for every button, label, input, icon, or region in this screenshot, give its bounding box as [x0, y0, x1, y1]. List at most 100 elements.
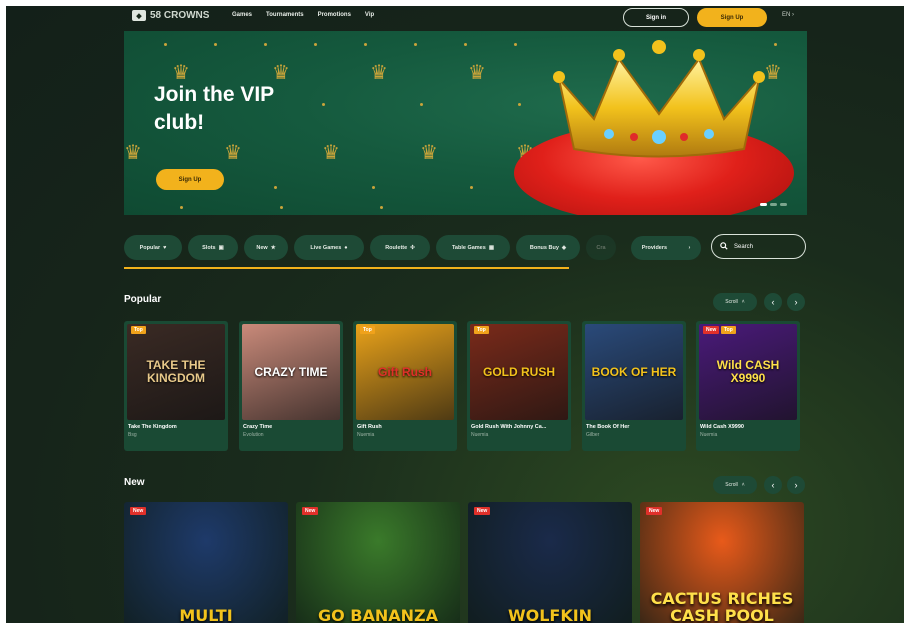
tab-crash-label: Cra	[596, 244, 606, 251]
game-thumbnail[interactable]: Gift Rush	[356, 324, 454, 420]
pattern-dot	[380, 206, 383, 209]
page: ◆ 58 CROWNS Games Tournaments Promotions…	[6, 6, 904, 623]
carousel-indicator[interactable]	[760, 203, 787, 206]
game-card[interactable]: Wild CASH X9990 New Top Wild Cash X9990 …	[696, 321, 800, 451]
new-badge: New	[130, 507, 147, 515]
game-provider: Nuemia	[471, 432, 489, 438]
game-thumbnail[interactable]: CRAZY TIME	[242, 324, 340, 420]
game-thumbnail[interactable]: BOOK OF HER	[585, 324, 683, 420]
search-input[interactable]: Search	[711, 234, 806, 259]
pattern-dot	[214, 43, 217, 46]
game-card[interactable]: GOLD RUSH Top Gold Rush With Johnny Ca..…	[467, 321, 571, 451]
game-provider: Nuemia	[357, 432, 375, 438]
popular-scroll-button[interactable]: Scroll ˄	[713, 293, 757, 311]
tab-table-games[interactable]: Table Games ▦	[436, 235, 510, 260]
star-icon: ★	[270, 244, 276, 251]
carousel-dot[interactable]	[770, 203, 777, 206]
crown-pattern-icon: ♛	[370, 62, 388, 84]
game-art-title: Wild CASH X9990	[716, 358, 780, 385]
nav-vip[interactable]: Vip	[365, 12, 374, 18]
tab-table-games-label: Table Games	[451, 244, 486, 251]
game-art-title: GOLD RUSH	[483, 364, 555, 379]
tab-new[interactable]: New ★	[244, 235, 288, 260]
chevron-up-icon: ˄	[741, 482, 745, 488]
new-game-card[interactable]: New GO BANANZA	[296, 502, 460, 623]
new-scroll-button[interactable]: Scroll ˄	[713, 476, 757, 494]
vip-banner[interactable]: ♛ ♛ ♛ ♛ ♛ ♛ ♛ ♛ ♛ ♛	[124, 31, 807, 215]
chevron-down-icon: ›	[688, 245, 691, 251]
sign-up-button[interactable]: Sign Up	[697, 8, 767, 27]
providers-dropdown[interactable]: Providers ›	[631, 236, 701, 260]
game-card[interactable]: CRAZY TIME Crazy Time Evolution	[239, 321, 343, 451]
tab-slots-label: Slots	[202, 244, 216, 251]
language-selector[interactable]: EN ›	[782, 12, 794, 18]
tab-popular[interactable]: Popular ♥	[124, 235, 182, 260]
banner-title: Join the VIP club!	[154, 83, 274, 134]
game-thumbnail[interactable]: GOLD RUSH	[470, 324, 568, 420]
new-game-card[interactable]: New MULTI	[124, 502, 288, 623]
game-name: Gift Rush	[357, 424, 382, 430]
new-game-card[interactable]: New CACTUS RICHES CASH POOL	[640, 502, 804, 623]
new-game-art-title: WOLFKIN	[507, 606, 593, 623]
tab-popular-label: Popular	[139, 244, 161, 251]
new-game-art-title: CACTUS RICHES CASH POOL	[650, 589, 794, 623]
chevron-left-icon: ‹	[771, 297, 775, 307]
game-name: Crazy Time	[243, 424, 273, 430]
popular-prev-button[interactable]: ‹	[764, 293, 782, 311]
tab-roulette[interactable]: Roulette ✣	[370, 235, 430, 260]
main-nav: Games Tournaments Promotions Vip	[232, 12, 374, 18]
search-placeholder: Search	[734, 243, 754, 250]
new-game-card[interactable]: New WOLFKIN	[468, 502, 632, 623]
game-provider: Nuemia	[700, 432, 718, 438]
game-art-title: CRAZY TIME	[254, 364, 328, 379]
pattern-dot	[420, 103, 423, 106]
crown-pattern-icon: ♛	[124, 142, 142, 164]
category-scroll-indicator	[124, 267, 569, 269]
logo-badge-icon: ◆	[132, 10, 146, 21]
crown-pattern-icon: ♛	[420, 142, 438, 164]
bonus-icon: ◈	[561, 244, 567, 251]
banner-sign-up-button[interactable]: Sign Up	[156, 169, 224, 190]
new-badge: New	[474, 507, 491, 515]
game-thumbnail[interactable]: Wild CASH X9990	[699, 324, 797, 420]
chevron-right-icon: ›	[794, 297, 798, 307]
tab-live-games[interactable]: Live Games ●	[294, 235, 364, 260]
top-badge: Top	[474, 326, 489, 334]
game-card[interactable]: BOOK OF HER The Book Of Her Gilber	[582, 321, 686, 451]
new-badge: New	[302, 507, 319, 515]
tab-bonus-buy-label: Bonus Buy	[529, 244, 559, 251]
top-badge: Top	[721, 326, 736, 334]
pattern-dot	[322, 103, 325, 106]
pattern-dot	[280, 206, 283, 209]
tab-crash[interactable]: Cra	[586, 235, 616, 260]
heart-icon: ♥	[163, 244, 167, 251]
sign-in-button[interactable]: Sign in	[623, 8, 689, 27]
pattern-dot	[314, 43, 317, 46]
pattern-dot	[414, 43, 417, 46]
pattern-dot	[180, 206, 183, 209]
pattern-dot	[464, 43, 467, 46]
tab-live-games-label: Live Games	[310, 244, 342, 251]
game-card[interactable]: Gift Rush Top Gift Rush Nuemia	[353, 321, 457, 451]
tab-slots[interactable]: Slots ▣	[188, 235, 238, 260]
game-art-title: Gift Rush	[378, 364, 432, 379]
nav-promotions[interactable]: Promotions	[318, 12, 351, 18]
slot-icon: ▣	[218, 244, 224, 251]
pattern-dot	[470, 186, 473, 189]
golden-crown-image	[553, 40, 765, 158]
game-card[interactable]: TAKE THE KINGDOM Top Take The Kingdom Bs…	[124, 321, 228, 451]
new-prev-button[interactable]: ‹	[764, 476, 782, 494]
carousel-dot[interactable]	[780, 203, 787, 206]
game-thumbnail[interactable]: TAKE THE KINGDOM	[127, 324, 225, 420]
carousel-dot[interactable]	[760, 203, 767, 206]
pattern-dot	[274, 186, 277, 189]
popular-next-button[interactable]: ›	[787, 293, 805, 311]
game-name: The Book Of Her	[586, 424, 630, 430]
logo[interactable]: ◆ 58 CROWNS	[132, 10, 209, 21]
new-next-button[interactable]: ›	[787, 476, 805, 494]
tab-bonus-buy[interactable]: Bonus Buy ◈	[516, 235, 580, 260]
pattern-dot	[372, 186, 375, 189]
nav-games[interactable]: Games	[232, 12, 252, 18]
nav-tournaments[interactable]: Tournaments	[266, 12, 304, 18]
top-badge: Top	[131, 326, 146, 334]
